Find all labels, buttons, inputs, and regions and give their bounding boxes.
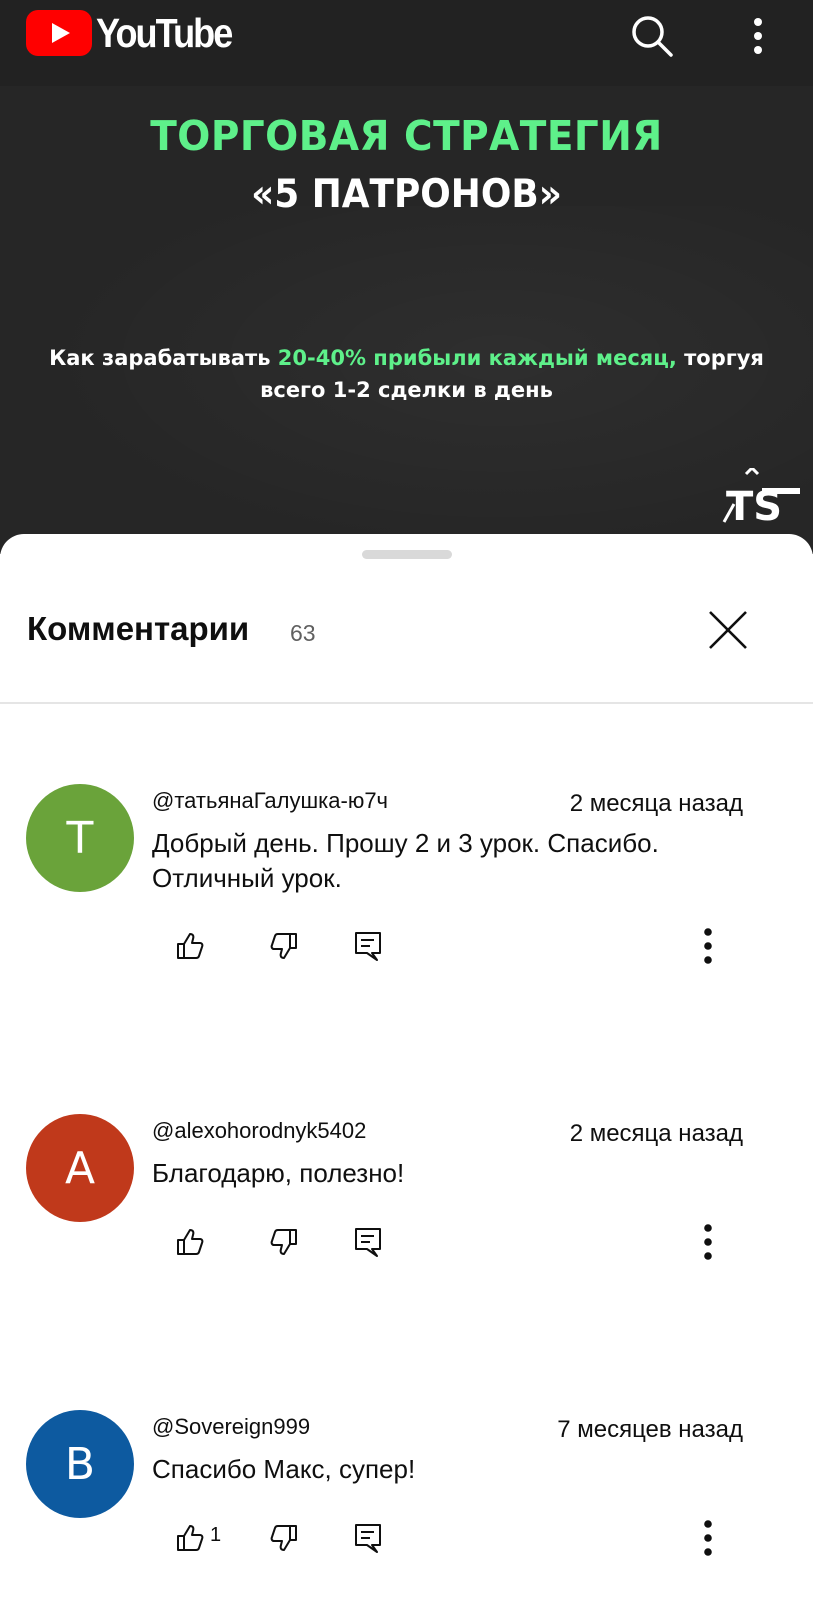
close-icon[interactable] [706,608,750,652]
like-count: 1 [210,1524,222,1546]
comment-author[interactable]: @alexohorodnyk5402 [152,1118,366,1144]
avatar[interactable]: A [26,1114,134,1222]
comment-text: Спасибо Макс, супер! [152,1454,416,1484]
comment-more-button[interactable] [686,1220,730,1264]
like-button[interactable] [168,1220,212,1264]
comment-more-button[interactable] [686,1516,730,1560]
reply-button[interactable] [346,924,390,968]
like-button[interactable] [168,924,212,968]
video-subtitle: Как зарабатывать 20-40% прибыли каждый м… [20,342,793,406]
reply-button[interactable] [346,1516,390,1560]
reply-icon [355,1524,381,1553]
more-vert-icon [704,1224,712,1260]
comment-text: Добрый день. Прошу 2 и 3 урок. Спасибо. … [152,828,659,893]
comment-actions [0,924,813,974]
dislike-button[interactable] [262,1220,306,1264]
comments-sheet: Комментарии 63 Т @татьянаГалушка-ю7ч 2 м… [0,534,813,1600]
more-vert-icon [754,18,762,54]
reply-icon [355,1228,381,1257]
search-button[interactable] [624,8,680,64]
avatar[interactable]: Т [26,784,134,892]
thumb-down-icon [270,933,297,959]
comment-more-button[interactable] [686,924,730,968]
thumb-up-icon [177,1525,204,1551]
comment-time: 2 месяца назад [569,1120,743,1147]
thumb-up-icon [177,933,204,959]
comment-author[interactable]: @татьянаГалушка-ю7ч [152,788,388,814]
sheet-drag-handle[interactable] [362,550,452,559]
comment-author[interactable]: @Sovereign999 [152,1414,310,1440]
video-subtitle-prefix: Как зарабатывать [49,346,278,370]
comment-time: 2 месяца назад [569,790,743,817]
comment-time: 7 месяцев назад [557,1416,743,1443]
comment-item: B @Sovereign999 7 месяцев назад Спасибо … [0,1410,813,1600]
comment-item: A @alexohorodnyk5402 2 месяца назад Благ… [0,1114,813,1314]
more-vert-icon [704,1520,712,1556]
comments-title: Комментарии [27,610,250,647]
video-title-line2: «5 ПАТРОНОВ» [251,172,562,217]
top-app-bar: YouTube [0,0,813,86]
youtube-logo[interactable]: YouTube [26,10,250,56]
trading-syndicate-logo: TS [722,468,800,528]
reply-icon [355,932,381,961]
comment-text: Благодарю, полезно! [152,1158,405,1188]
comment-actions: 1 [0,1516,813,1566]
comment-actions [0,1220,813,1270]
video-title-line1: ТОРГОВАЯ СТРАТЕГИЯ [150,112,663,160]
youtube-wordmark: YouTube [96,9,233,56]
thumb-down-icon [270,1525,297,1551]
divider [0,702,813,704]
video-subtitle-accent: 20-40% прибыли каждый месяц, [277,346,677,370]
video-player[interactable]: ТОРГОВАЯ СТРАТЕГИЯ «5 ПАТРОНОВ» Как зара… [0,86,813,554]
more-vert-icon [704,928,712,964]
more-options-button[interactable] [730,8,786,64]
search-icon [632,16,673,57]
dislike-button[interactable] [262,924,306,968]
comments-count: 63 [290,620,316,646]
reply-button[interactable] [346,1220,390,1264]
youtube-play-icon [26,10,92,56]
video-subtitle-line2: всего 1-2 сделки в день [260,378,553,402]
dislike-button[interactable] [262,1516,306,1560]
avatar[interactable]: B [26,1410,134,1518]
video-subtitle-suffix: торгуя [676,346,764,370]
thumb-down-icon [270,1229,297,1255]
like-button[interactable] [168,1516,212,1560]
thumb-up-icon [177,1229,204,1255]
